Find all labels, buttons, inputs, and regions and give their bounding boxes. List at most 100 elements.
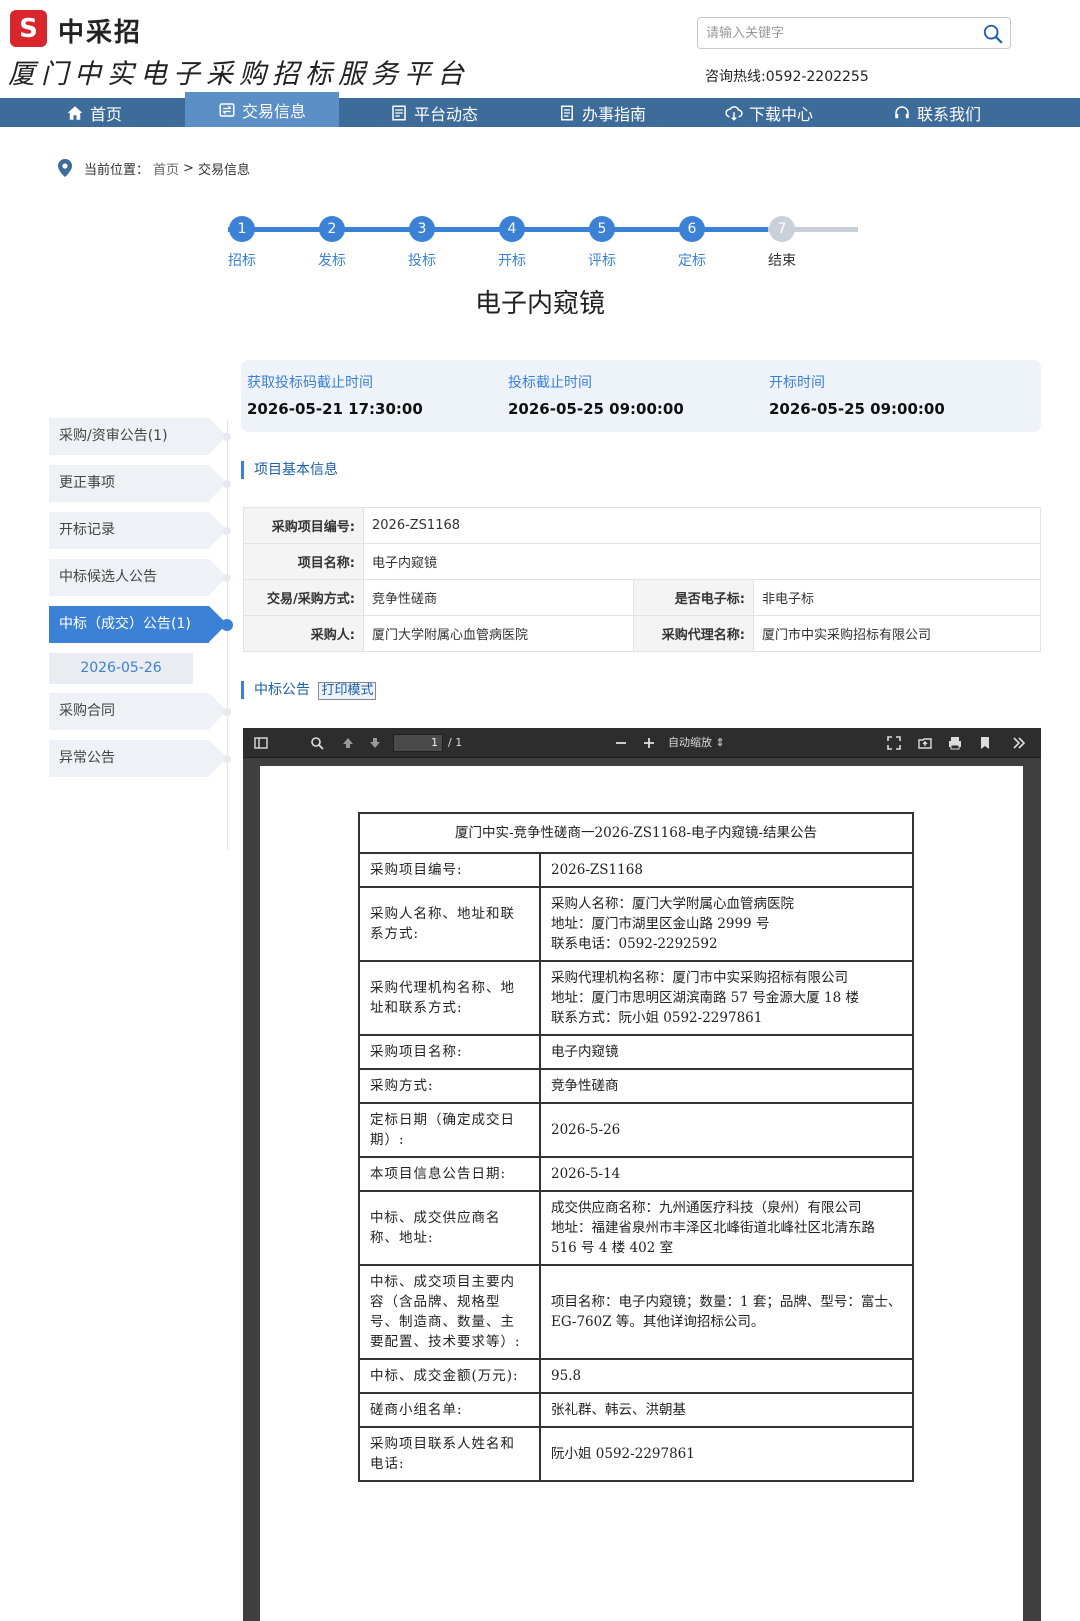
zoom-in-icon[interactable] [641,735,657,751]
sidebar-item-contract[interactable]: 采购合同 [49,693,227,730]
sidebar-subitem-date[interactable]: 2026-05-26 [49,653,193,684]
nav-item-home[interactable]: 首页 [66,98,122,127]
step-number: 7 [769,216,795,242]
time-bid-deadline: 投标截止时间 2026-05-25 09:00:00 [508,372,684,418]
search-input[interactable] [706,23,966,43]
doc-value: 张礼群、韩云、洪朝基 [539,1392,914,1428]
previous-page-icon[interactable] [340,735,356,751]
tools-menu-icon[interactable] [1011,735,1027,751]
sidebar-item-corrections[interactable]: 更正事项 [49,465,227,502]
zoom-select[interactable]: 自动缩放 ⇕ [664,734,738,752]
table-row: 中标、成交供应商名称、地址: 成交供应商名称：九州通医疗科技（泉州）有限公司 地址：… [358,1190,914,1266]
nav-item-guide[interactable]: 办事指南 [558,98,646,127]
table-row: 采购人名称、地址和联系方式: 采购人名称：厦门大学附属心血管病医院 地址：厦门市湖里… [358,886,914,962]
nav-item-contact[interactable]: 联系我们 [893,98,981,127]
pdf-toolbar: 1 / 1 自动缩放 ⇕ [243,728,1041,758]
doc-value-line: 地址：厦门市湖里区金山路 2999 号 [551,916,770,932]
doc-key: 采购项目名称: [358,1034,541,1070]
step-6: 6 定标 [662,214,722,270]
open-file-icon[interactable] [917,735,933,751]
location-pin-icon [58,159,72,177]
hotline-text: 咨询热线:0592-2202255 [705,69,869,85]
bookmark-icon[interactable] [977,735,993,751]
doc-value: 电子内窥镜 [539,1034,914,1070]
print-icon[interactable] [947,735,963,751]
table-row: 定标日期（确定成交日期）: 2026-5-26 [358,1102,914,1158]
table-row: 中标、成交项目主要内容（含品牌、规格型号、制造商、数量、主要配置、技术要求等）:… [358,1264,914,1360]
next-page-icon[interactable] [367,735,383,751]
doc-value: 阮小姐 0592-2297861 [539,1426,914,1482]
sidebar-dot [223,708,231,716]
sidebar-item-exception-notice[interactable]: 异常公告 [49,740,227,777]
key-times-panel: 获取投标码截止时间 2026-05-21 17:30:00 投标截止时间 202… [241,360,1041,432]
info-key: 是否电子标: [633,579,754,616]
nav-item-news[interactable]: 平台动态 [390,98,478,127]
guide-icon [561,105,573,120]
sidebar-item-candidate-notice[interactable]: 中标候选人公告 [49,559,227,596]
time-label: 投标截止时间 [508,375,592,391]
section-title-award-notice: 中标公告 打印模式 [241,681,377,700]
page-count: / 1 [448,736,463,749]
doc-value: 项目名称：电子内窥镜；数量：1 套；品牌、型号：富士、EG-760Z 等。其他详… [539,1264,914,1360]
step-number: 2 [319,216,345,242]
time-label: 获取投标码截止时间 [247,375,373,391]
sidebar-dot [223,755,231,763]
step-2: 2 发标 [302,214,362,270]
find-icon[interactable] [309,735,325,751]
info-key: 采购代理名称: [633,615,754,652]
logo-name[interactable]: 中采招 [58,12,142,49]
page-number-input[interactable]: 1 [393,734,443,752]
table-row: 项目名称: 电子内窥镜 [243,543,1041,580]
doc-value: 采购人名称：厦门大学附属心血管病医院 地址：厦门市湖里区金山路 2999 号联系电… [539,886,914,962]
nav-label: 下载中心 [749,104,814,124]
doc-value: 2026-ZS1168 [539,852,914,888]
nav-item-trade-info[interactable]: 交易信息 [185,92,339,127]
table-row: 厦门中实-竞争性磋商一2026-ZS1168-电子内窥镜-结果公告 [358,812,914,854]
breadcrumb-home[interactable]: 首页 [153,159,179,178]
info-value-electronic: 非电子标 [753,579,1041,616]
breadcrumb-separator: > [183,160,194,176]
step-label: 开标 [498,253,526,269]
download-icon [725,105,743,121]
site-header: S 中采招 厦门中实电子采购招标服务平台 咨询热线:0592-2202255 [0,0,1080,98]
nav-label: 首页 [90,104,123,124]
table-row: 本项目信息公告日期: 2026-5-14 [358,1156,914,1192]
doc-value-line: 2026-ZS1168 [551,862,643,878]
doc-value-line: 2026-5-14 [551,1166,621,1182]
doc-value-line: 95.8 [551,1368,582,1384]
step-number: 5 [589,216,615,242]
doc-key: 中标、成交项目主要内容（含品牌、规格型号、制造商、数量、主要配置、技术要求等）: [358,1264,541,1360]
step-1: 1 招标 [212,214,272,270]
logo-mark[interactable]: S [10,10,47,47]
table-row: 中标、成交金额(万元): 95.8 [358,1358,914,1394]
nav-item-download[interactable]: 下载中心 [725,98,813,127]
info-value-project-name: 电子内窥镜 [363,543,1041,580]
select-arrow-icon: ⇕ [715,736,725,749]
step-5: 5 评标 [572,214,632,270]
pdf-viewer: 1 / 1 自动缩放 ⇕ 厦门中实-竞争性磋商一2026-ZS1168-电子内窥… [243,728,1041,1621]
doc-value-line: 采购人名称：厦门大学附属心血管病医院 [551,896,794,912]
doc-key: 采购项目联系人姓名和电话: [358,1426,541,1482]
sidebar-item-procurement-notice[interactable]: 采购/资审公告(1) [49,418,227,455]
main-nav: 首页 交易信息 平台动态 办事指南 下载中心 联系我们 [0,92,1080,127]
sidebar-dot [223,527,231,535]
breadcrumb: 当前位置： 首页 > 交易信息 [56,158,250,178]
table-row: 磋商小组名单: 张礼群、韩云、洪朝基 [358,1392,914,1428]
section-title-basic-info: 项目基本信息 [241,461,338,479]
info-value-project-no: 2026-ZS1168 [363,507,1041,544]
zoom-out-icon[interactable] [613,735,629,751]
print-mode-button[interactable]: 打印模式 [318,682,377,700]
time-bid-opening: 开标时间 2026-05-25 09:00:00 [769,372,945,418]
doc-value: 采购代理机构名称：厦门市中实采购招标有限公司 地址：厦门市思明区湖滨南路 57 号… [539,960,914,1036]
sidebar-item-award-notice[interactable]: 中标（成交）公告(1) [49,606,227,643]
doc-value-line: 2026-5-26 [551,1122,621,1138]
sidebar-item-opening-record[interactable]: 开标记录 [49,512,227,549]
doc-value-line: 地址：厦门市思明区湖滨南路 57 号金源大厦 18 楼 [551,990,860,1006]
info-value-agent: 厦门市中实采购招标有限公司 [753,615,1041,652]
search-icon[interactable] [982,23,1004,45]
step-4: 4 开标 [482,214,542,270]
fullscreen-icon[interactable] [886,735,902,751]
time-value: 2026-05-21 17:30:00 [247,400,423,418]
doc-value-line: 成交供应商名称：九州通医疗科技（泉州）有限公司 [551,1200,862,1216]
sidebar-toggle-icon[interactable] [253,735,269,751]
